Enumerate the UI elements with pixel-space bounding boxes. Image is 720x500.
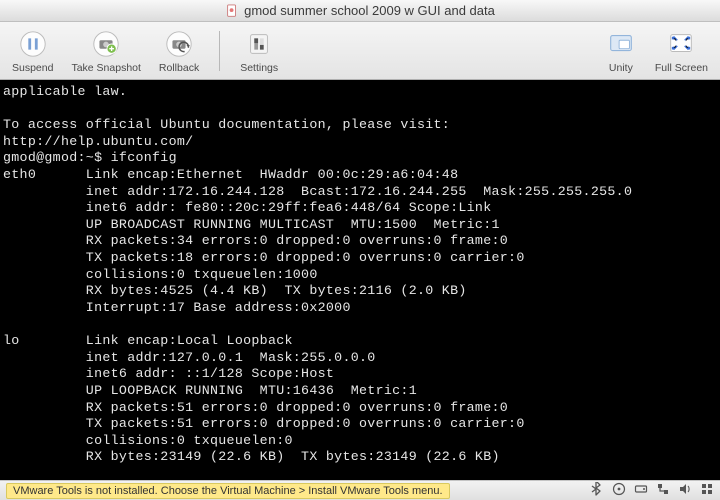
settings-label: Settings — [240, 62, 278, 74]
status-bar: VMware Tools is not installed. Choose th… — [0, 480, 720, 500]
unity-icon — [605, 28, 637, 60]
camera-icon — [90, 28, 122, 60]
toolbar-separator — [219, 31, 220, 71]
fullscreen-icon — [665, 28, 697, 60]
fullscreen-label: Full Screen — [655, 62, 708, 74]
window-titlebar: gmod summer school 2009 w GUI and data — [0, 0, 720, 22]
terminal-output[interactable]: applicable law. To access official Ubunt… — [0, 80, 720, 480]
bluetooth-icon[interactable] — [590, 482, 604, 499]
fullscreen-button[interactable]: Full Screen — [651, 26, 712, 76]
grid-icon[interactable] — [700, 482, 714, 499]
sound-icon[interactable] — [678, 482, 692, 499]
snapshot-button[interactable]: Take Snapshot — [67, 26, 144, 76]
vmware-tools-warning[interactable]: VMware Tools is not installed. Choose th… — [6, 483, 450, 499]
pause-icon — [17, 28, 49, 60]
suspend-button[interactable]: Suspend — [8, 26, 57, 76]
rollback-icon — [163, 28, 195, 60]
settings-button[interactable]: Settings — [236, 26, 282, 76]
disc-icon[interactable] — [612, 482, 626, 499]
network-icon[interactable] — [656, 482, 670, 499]
document-icon — [225, 4, 239, 18]
settings-icon — [243, 28, 275, 60]
status-icons — [590, 482, 714, 499]
unity-button[interactable]: Unity — [601, 26, 641, 76]
rollback-button[interactable]: Rollback — [155, 26, 203, 76]
unity-label: Unity — [609, 62, 633, 74]
drive-icon[interactable] — [634, 482, 648, 499]
snapshot-label: Take Snapshot — [71, 62, 140, 74]
window-title: gmod summer school 2009 w GUI and data — [244, 3, 495, 18]
suspend-label: Suspend — [12, 62, 53, 74]
rollback-label: Rollback — [159, 62, 199, 74]
toolbar: Suspend Take Snapshot — [0, 22, 720, 80]
